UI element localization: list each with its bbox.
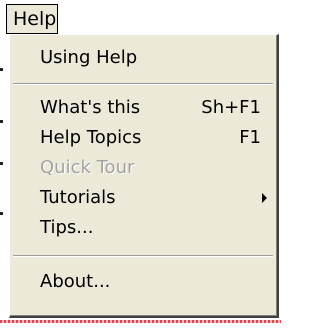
help-menu-title-label: Help: [13, 8, 57, 30]
background-fragment: [0, 162, 3, 165]
menu-separator: [13, 83, 273, 85]
submenu-arrow-icon: [262, 193, 267, 203]
menu-item-label: About...: [40, 271, 111, 292]
menu-item-tips[interactable]: Tips...: [10, 213, 277, 243]
menu-item-label: What's this: [40, 97, 141, 118]
help-menu-title[interactable]: Help: [6, 4, 58, 34]
screenshot-root: Help Using Help What's this Sh+F1 Help T…: [0, 0, 281, 328]
menu-item-about[interactable]: About...: [10, 267, 277, 297]
menu-item-whats-this[interactable]: What's this Sh+F1: [10, 93, 277, 123]
menu-item-label: Quick Tour: [40, 157, 135, 178]
menu-item-label: Tips...: [40, 217, 94, 238]
menu-item-label: Using Help: [40, 47, 138, 68]
menu-item-tutorials[interactable]: Tutorials: [10, 183, 277, 213]
background-red-dotted-line: [0, 320, 281, 323]
background-fragment: [0, 212, 3, 215]
menu-item-label: Tutorials: [40, 187, 116, 208]
menu-item-using-help[interactable]: Using Help: [10, 43, 277, 73]
menu-item-shortcut: F1: [239, 127, 261, 148]
background-fragment: [0, 120, 3, 123]
menu-item-shortcut: Sh+F1: [201, 97, 261, 118]
menu-item-label: Help Topics: [40, 127, 142, 148]
background-fragment: [0, 68, 3, 71]
menu-separator: [13, 255, 273, 257]
menu-item-help-topics[interactable]: Help Topics F1: [10, 123, 277, 153]
menu-item-quick-tour: Quick Tour: [10, 153, 277, 183]
help-dropdown-menu: Using Help What's this Sh+F1 Help Topics…: [9, 34, 279, 318]
